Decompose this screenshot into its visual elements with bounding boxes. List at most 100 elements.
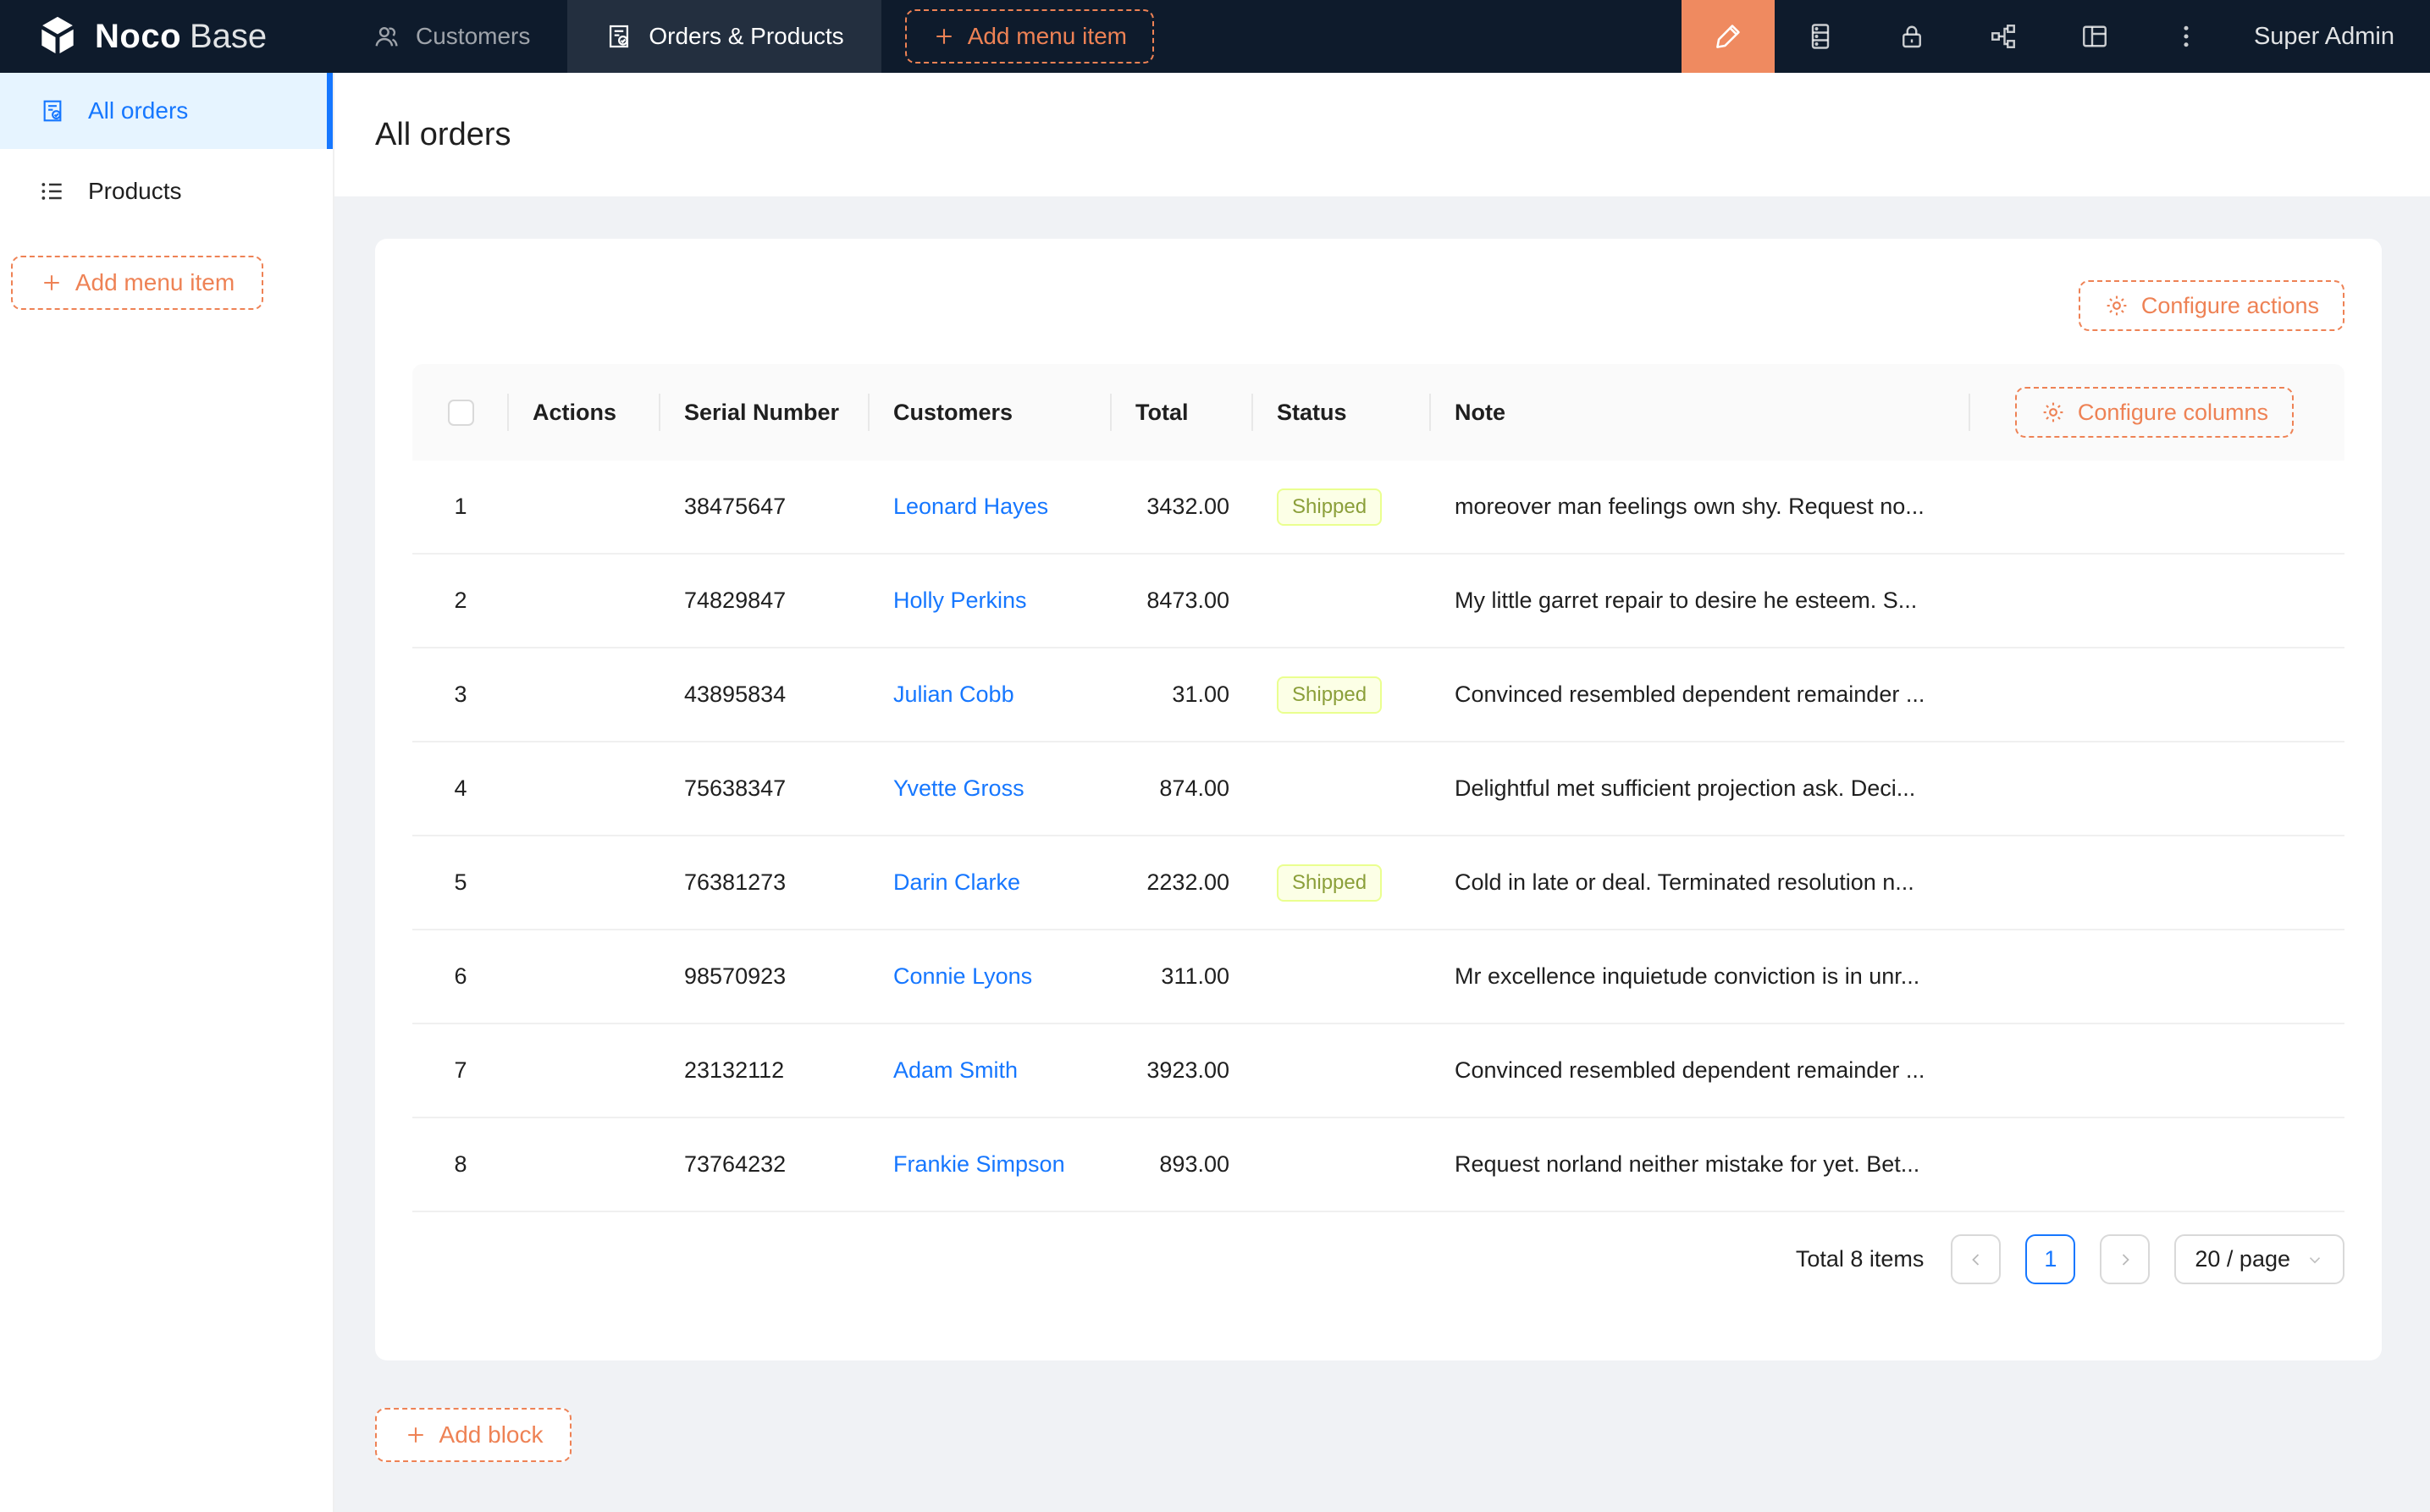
nocobase-logo[interactable]: Noco Base [0, 0, 334, 73]
gear-icon [2104, 293, 2129, 318]
tab-label: Orders & Products [649, 23, 843, 50]
database-icon [1805, 21, 1836, 52]
plus-icon [404, 1423, 428, 1447]
col-header-customers: Customers [870, 364, 1112, 461]
pagination-next-button[interactable] [2100, 1234, 2150, 1284]
total-cell: 8473.00 [1112, 588, 1253, 614]
select-all-checkbox[interactable] [448, 400, 474, 426]
main-menu: Customers Orders & Products [334, 0, 881, 73]
customer-link[interactable]: Leonard Hayes [893, 494, 1048, 519]
add-block-label: Add block [439, 1421, 544, 1449]
table-row: 6 98570923 Connie Lyons 311.00 Mr excell… [412, 930, 2344, 1024]
customer-link[interactable]: Frankie Simpson [893, 1151, 1065, 1177]
chevron-down-icon [2306, 1250, 2324, 1269]
tab-customers[interactable]: Customers [334, 0, 567, 73]
note-cell: Cold in late or deal. Terminated resolut… [1431, 869, 1970, 896]
page-size-value: 20 / page [2195, 1246, 2290, 1272]
ui-editor-button[interactable] [1682, 0, 1775, 73]
sidebar-add-menu-item-button[interactable]: Add menu item [11, 256, 263, 310]
plugins-flow-icon [1988, 21, 2019, 52]
customer-link[interactable]: Connie Lyons [893, 963, 1032, 989]
user-name: Super Admin [2254, 23, 2394, 51]
status-tag: Shipped [1277, 488, 1382, 526]
user-menu[interactable]: Super Admin [2232, 0, 2430, 73]
customer-link[interactable]: Yvette Gross [893, 775, 1024, 801]
orders-table: Actions Serial Number Customers Total St… [412, 364, 2344, 1212]
ellipsis-vertical-icon [2171, 21, 2201, 52]
pagination-prev-button[interactable] [1951, 1234, 2001, 1284]
navbar-spacer [1154, 0, 1682, 73]
sidebar-add-menu-item-label: Add menu item [75, 269, 235, 296]
sidebar-item-all-orders[interactable]: All orders [0, 73, 333, 149]
configure-columns-label: Configure columns [2078, 400, 2268, 426]
status-tag: Shipped [1277, 864, 1382, 902]
plus-icon [932, 25, 956, 48]
table-row: 8 73764232 Frankie Simpson 893.00 Reques… [412, 1118, 2344, 1212]
lock-icon [1897, 21, 1927, 52]
chevron-left-icon [1966, 1250, 1986, 1270]
access-control-button[interactable] [1866, 0, 1958, 73]
col-header-serial-number: Serial Number [660, 364, 870, 461]
table-row: 5 76381273 Darin Clarke 2232.00 Shipped … [412, 836, 2344, 930]
settings-center-button[interactable] [2049, 0, 2140, 73]
select-all-cell [412, 364, 509, 461]
add-block-button[interactable]: Add block [375, 1408, 572, 1462]
note-cell: moreover man feelings own shy. Request n… [1431, 494, 1970, 520]
logo-text-light: Base [190, 18, 267, 56]
table-row: 4 75638347 Yvette Gross 874.00 Delightfu… [412, 742, 2344, 836]
serial-cell: 74829847 [660, 588, 870, 614]
serial-cell: 23132112 [660, 1057, 870, 1084]
table-header-row: Actions Serial Number Customers Total St… [412, 364, 2344, 461]
navbar-add-menu-item-label: Add menu item [968, 23, 1127, 50]
configure-actions-label: Configure actions [2141, 293, 2319, 319]
row-index: 3 [412, 682, 509, 708]
pagination-total: Total 8 items [1796, 1246, 1925, 1272]
row-index: 6 [412, 963, 509, 990]
chevron-right-icon [2115, 1250, 2135, 1270]
configure-actions-button[interactable]: Configure actions [2079, 280, 2344, 331]
total-cell: 3432.00 [1112, 494, 1253, 520]
note-cell: Request norland neither mistake for yet.… [1431, 1151, 1970, 1178]
page-title: All orders [375, 117, 511, 153]
page-header: All orders [334, 73, 2430, 196]
data-source-manager-button[interactable] [1775, 0, 1866, 73]
col-header-note: Note [1431, 364, 1970, 461]
customer-link[interactable]: Adam Smith [893, 1057, 1018, 1083]
pagination-page-1[interactable]: 1 [2025, 1234, 2075, 1284]
more-menu-button[interactable] [2140, 0, 2232, 73]
table-row: 3 43895834 Julian Cobb 31.00 Shipped Con… [412, 648, 2344, 742]
workflow-button[interactable] [1958, 0, 2049, 73]
total-cell: 874.00 [1112, 775, 1253, 802]
layout-icon [2079, 21, 2110, 52]
row-index: 2 [412, 588, 509, 614]
orders-table-block: Configure actions Actions Serial Number … [375, 239, 2382, 1360]
ui-editor-pen-icon [1713, 21, 1743, 52]
page-size-select[interactable]: 20 / page [2174, 1234, 2344, 1284]
table-toolbar: Configure actions [375, 239, 2382, 331]
pagination: Total 8 items 1 20 / page [412, 1234, 2344, 1284]
configure-columns-button[interactable]: Configure columns [2015, 387, 2294, 438]
customer-link[interactable]: Julian Cobb [893, 682, 1014, 707]
tab-orders-and-products[interactable]: Orders & Products [567, 0, 881, 73]
navbar-add-menu-item-button[interactable]: Add menu item [905, 9, 1154, 63]
note-cell: My little garret repair to desire he est… [1431, 588, 1970, 614]
status-tag: Shipped [1277, 676, 1382, 714]
order-document-check-icon [605, 22, 633, 51]
sidebar: All orders Products Add menu item [0, 73, 334, 1512]
serial-cell: 98570923 [660, 963, 870, 990]
note-cell: Convinced resembled dependent remainder … [1431, 682, 1970, 708]
logo-text-bold: Noco [95, 18, 181, 56]
customer-link[interactable]: Darin Clarke [893, 869, 1020, 895]
total-cell: 893.00 [1112, 1151, 1253, 1178]
note-cell: Mr excellence inquietude conviction is i… [1431, 963, 1970, 990]
customer-link[interactable]: Holly Perkins [893, 588, 1027, 613]
team-icon [372, 22, 400, 51]
total-cell: 311.00 [1112, 963, 1253, 990]
sidebar-item-products[interactable]: Products [0, 157, 333, 225]
table-row: 2 74829847 Holly Perkins 8473.00 My litt… [412, 555, 2344, 648]
serial-cell: 75638347 [660, 775, 870, 802]
serial-cell: 73764232 [660, 1151, 870, 1178]
top-navbar: Noco Base Customers O [0, 0, 2430, 73]
row-index: 5 [412, 869, 509, 896]
serial-cell: 38475647 [660, 494, 870, 520]
